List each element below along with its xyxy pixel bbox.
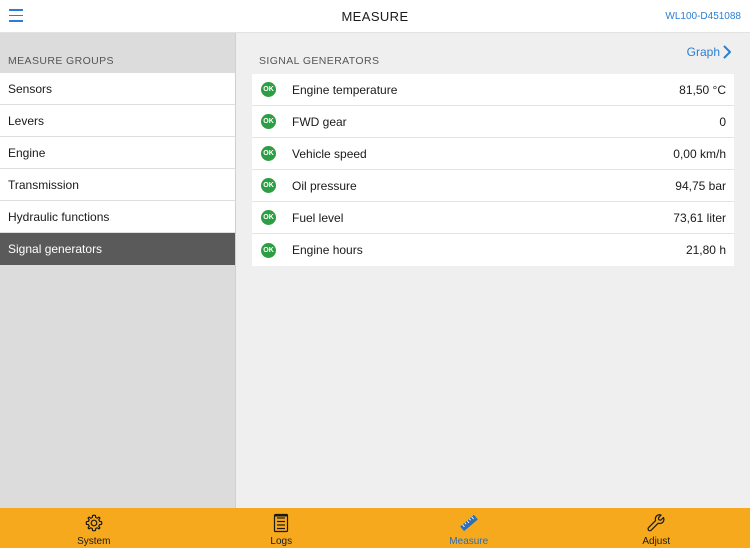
- menu-icon[interactable]: [9, 9, 23, 23]
- graph-button[interactable]: Graph: [687, 45, 732, 59]
- main-panel: SIGNAL GENERATORS Graph OK Engine temper…: [235, 33, 750, 508]
- signal-value: 81,50 °C: [679, 82, 726, 97]
- tab-label: System: [77, 536, 111, 547]
- list-item[interactable]: OK Fuel level 73,61 liter: [252, 202, 734, 234]
- signal-name: Vehicle speed: [292, 146, 367, 161]
- signal-name: FWD gear: [292, 114, 347, 129]
- ruler-icon: [459, 513, 479, 533]
- chevron-right-icon: [723, 45, 731, 59]
- tab-measure[interactable]: Measure: [375, 508, 563, 548]
- ok-status-icon: OK: [261, 114, 276, 129]
- sidebar: MEASURE GROUPS Sensors Levers Engine Tra…: [0, 33, 235, 508]
- tab-adjust[interactable]: Adjust: [563, 508, 750, 548]
- signal-name: Engine temperature: [292, 82, 398, 97]
- ok-status-icon: OK: [261, 178, 276, 193]
- list-item[interactable]: OK FWD gear 0: [252, 106, 734, 138]
- list-item[interactable]: OK Vehicle speed 0,00 km/h: [252, 138, 734, 170]
- sidebar-item-levers[interactable]: Levers: [0, 105, 235, 137]
- ok-status-icon: OK: [261, 82, 276, 97]
- sidebar-section-title: MEASURE GROUPS: [8, 55, 114, 67]
- graph-label: Graph: [686, 45, 720, 59]
- sidebar-item-engine[interactable]: Engine: [0, 137, 235, 169]
- ok-status-icon: OK: [261, 242, 276, 258]
- signal-value: 0,00 km/h: [673, 146, 726, 161]
- device-id[interactable]: WL100-D451088: [665, 11, 741, 22]
- tab-label: Logs: [270, 536, 293, 547]
- signal-name: Oil pressure: [292, 178, 357, 193]
- tab-system[interactable]: System: [0, 508, 188, 548]
- ok-status-icon: OK: [261, 210, 276, 225]
- log-icon: [271, 513, 291, 533]
- bottom-tab-bar: System Logs Measure Adjust: [0, 508, 750, 548]
- ok-status-icon: OK: [261, 146, 276, 161]
- sidebar-item-signal-generators[interactable]: Signal generators: [0, 233, 235, 265]
- signal-value: 0: [719, 114, 726, 129]
- tab-label: Adjust: [642, 536, 671, 547]
- section-title: SIGNAL GENERATORS: [259, 55, 380, 67]
- signal-value: 94,75 bar: [675, 178, 726, 193]
- list-item[interactable]: OK Oil pressure 94,75 bar: [252, 170, 734, 202]
- sidebar-item-transmission[interactable]: Transmission: [0, 169, 235, 201]
- signal-name: Fuel level: [292, 210, 344, 225]
- sidebar-item-sensors[interactable]: Sensors: [0, 73, 235, 105]
- signal-value: 73,61 liter: [673, 210, 726, 225]
- signal-value: 21,80 h: [685, 243, 726, 257]
- page-title: MEASURE: [341, 9, 409, 24]
- tab-logs[interactable]: Logs: [188, 508, 376, 548]
- tab-label: Measure: [449, 536, 489, 547]
- list-item[interactable]: OK Engine hours 21,80 h: [252, 234, 734, 266]
- list-item[interactable]: OK Engine temperature 81,50 °C: [252, 74, 734, 106]
- gear-icon: [84, 513, 104, 533]
- measure-group-list: Sensors Levers Engine Transmission Hydra…: [0, 73, 235, 265]
- top-bar: MEASURE WL100-D451088: [0, 0, 750, 33]
- signal-name: Engine hours: [292, 243, 363, 257]
- sidebar-item-hydraulic-functions[interactable]: Hydraulic functions: [0, 201, 235, 233]
- signal-list: OK Engine temperature 81,50 °C OK FWD ge…: [252, 74, 734, 266]
- wrench-icon: [646, 513, 666, 533]
